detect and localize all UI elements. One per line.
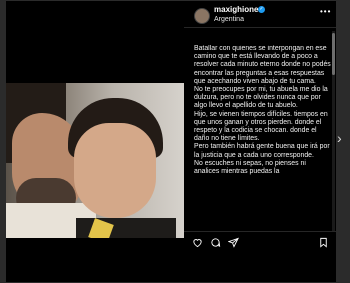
more-options-icon[interactable]: ••• [320, 7, 331, 16]
post-sidebar: maxighione ✓ Argentina ••• Batallar con … [184, 1, 336, 282]
bookmark-icon[interactable] [318, 237, 329, 248]
post-photo [6, 83, 184, 238]
username-link[interactable]: maxighione [214, 5, 258, 14]
verified-badge-icon: ✓ [258, 6, 265, 13]
caption-paragraph: Batallar con quienes se interpongan en e… [194, 45, 331, 85]
photo-boy-face [74, 123, 156, 218]
comment-icon[interactable] [210, 237, 221, 248]
chevron-right-icon[interactable]: › [337, 130, 349, 152]
caption-paragraph: No te preocupes por mi, tu abuela me dio… [194, 86, 328, 110]
action-bar [184, 231, 336, 250]
scrollbar-thumb[interactable] [332, 33, 335, 75]
location-link[interactable]: Argentina [214, 16, 244, 23]
avatar[interactable] [194, 8, 210, 24]
post-header: maxighione ✓ Argentina ••• [184, 1, 336, 28]
caption-scrollbar[interactable] [332, 31, 335, 231]
share-icon[interactable] [228, 237, 239, 248]
instagram-post: maxighione ✓ Argentina ••• Batallar con … [6, 1, 336, 282]
post-media[interactable] [6, 1, 184, 282]
caption-paragraph: Hijo, se vienen tiempos difíciles. tiemp… [194, 110, 328, 143]
caption-paragraph: No escuches ni sepas, no pienses ni anal… [194, 159, 306, 176]
post-caption: Batallar con quienes se interpongan en e… [194, 45, 332, 221]
caption-paragraph: Pero también habrá gente buena que irá p… [194, 143, 330, 159]
heart-icon[interactable] [192, 237, 203, 248]
